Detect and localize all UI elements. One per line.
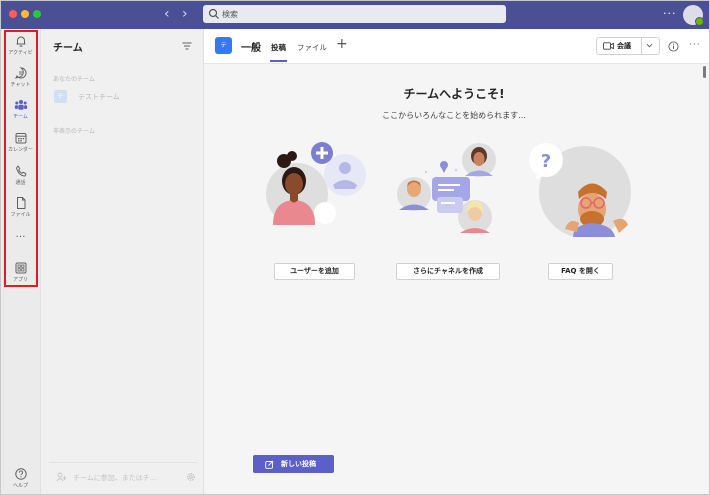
teams-panel: チーム あなたのチーム テ テストチーム 非表示のチーム チームに参加、またはチ…: [41, 29, 204, 494]
join-or-create-team[interactable]: チームに参加、またはチ...: [49, 462, 197, 491]
rail-label-chat: チャット: [10, 82, 31, 88]
hidden-teams-heading[interactable]: 非表示のチーム: [53, 126, 95, 135]
forward-arrow-icon[interactable]: ›: [182, 6, 188, 22]
close-window-button[interactable]: [9, 10, 17, 18]
gear-icon[interactable]: [186, 472, 196, 482]
minimize-window-button[interactable]: [21, 10, 29, 18]
compose-icon: [265, 460, 274, 469]
channel-name: 一般: [241, 43, 261, 54]
join-team-icon: [56, 472, 67, 482]
user-avatar[interactable]: [683, 5, 704, 26]
rail-label-calendar: カレンダー: [7, 147, 33, 153]
back-arrow-icon[interactable]: ‹: [164, 6, 170, 22]
welcome-title: チームへようこそ!: [403, 87, 505, 101]
create-channel-illustration: [397, 143, 496, 234]
rail-item-calendar[interactable]: カレンダー: [1, 131, 40, 161]
rail-label-apps: アプリ: [12, 277, 28, 283]
rail-item-chat[interactable]: チャット: [1, 66, 40, 96]
add-tab-icon[interactable]: +: [336, 36, 348, 52]
help-icon: [14, 468, 27, 480]
team-avatar: テ: [215, 37, 232, 54]
welcome-subtitle: ここからいろんなことを始められます...: [382, 111, 526, 120]
search-input[interactable]: [222, 6, 492, 22]
chevron-down-icon[interactable]: [645, 41, 654, 50]
channel-more-options-icon[interactable]: ···: [689, 40, 701, 50]
apps-icon: [15, 262, 26, 274]
rail-label-calls: 通話: [15, 180, 26, 186]
bell-icon: [16, 36, 25, 47]
new-post-button[interactable]: 新しい投稿: [253, 455, 334, 473]
teams-panel-title: チーム: [53, 43, 83, 54]
rail-item-calls[interactable]: 通話: [1, 164, 40, 194]
divider: [641, 38, 642, 54]
meet-button[interactable]: 会議: [596, 37, 660, 55]
info-icon[interactable]: [668, 41, 679, 52]
active-tab-indicator: [270, 60, 287, 62]
chat-icon: [14, 67, 26, 79]
scrollbar[interactable]: [703, 66, 706, 78]
tab-posts[interactable]: 投稿: [271, 42, 286, 53]
more-options-icon[interactable]: ···: [663, 7, 677, 20]
file-icon: [16, 197, 25, 209]
rail-item-activity[interactable]: アクティビ: [1, 34, 40, 64]
presence-available-icon: [695, 17, 704, 26]
open-faq-button[interactable]: FAQ を開く: [548, 263, 613, 280]
channel-header: テ 一般 投稿 ファイル + 会議 ···: [204, 29, 709, 64]
rail-label-files: ファイル: [10, 212, 31, 218]
app-rail: アクティビ チャット チーム カレンダー 通話 ファイル … アプリ ヘルプ: [1, 29, 41, 494]
create-channel-button[interactable]: さらにチャネルを作成: [396, 263, 500, 280]
rail-item-files[interactable]: ファイル: [1, 196, 40, 226]
your-teams-heading: あなたのチーム: [53, 76, 95, 83]
rail-more-apps-icon[interactable]: …: [1, 229, 40, 259]
rail-label-teams: チーム: [13, 114, 28, 120]
video-camera-icon: [603, 42, 614, 50]
rail-item-teams[interactable]: チーム: [1, 98, 40, 128]
zoom-window-button[interactable]: [33, 10, 41, 18]
meet-button-label: 会議: [617, 42, 631, 50]
filter-icon[interactable]: [182, 42, 192, 50]
search-icon: [208, 8, 219, 19]
title-bar: ‹ › ···: [1, 1, 709, 29]
search-box[interactable]: [203, 5, 506, 23]
rail-item-apps[interactable]: アプリ: [1, 261, 40, 291]
faq-illustration: ?: [529, 143, 631, 237]
calendar-icon: [15, 133, 26, 144]
teams-window: ‹ › ··· アクティビ: [0, 0, 710, 495]
team-name: テストチーム: [78, 93, 120, 101]
new-post-label: 新しい投稿: [281, 460, 316, 468]
rail-item-help[interactable]: ヘルプ: [1, 467, 40, 494]
channel-main: テ 一般 投稿 ファイル + 会議 ··· チームへようこそ! ここからいろんな…: [204, 29, 709, 494]
team-avatar: テ: [54, 90, 67, 103]
join-team-text: チームに参加、またはチ...: [73, 474, 157, 482]
add-user-button[interactable]: ユーザーを追加: [274, 263, 355, 280]
add-user-illustration: [266, 142, 366, 225]
phone-icon: [15, 165, 26, 177]
rail-label-activity: アクティビ: [8, 50, 33, 56]
rail-label-help: ヘルプ: [12, 483, 28, 489]
tab-files[interactable]: ファイル: [297, 42, 327, 53]
teams-icon: [14, 100, 27, 110]
svg-text:?: ?: [541, 151, 551, 172]
